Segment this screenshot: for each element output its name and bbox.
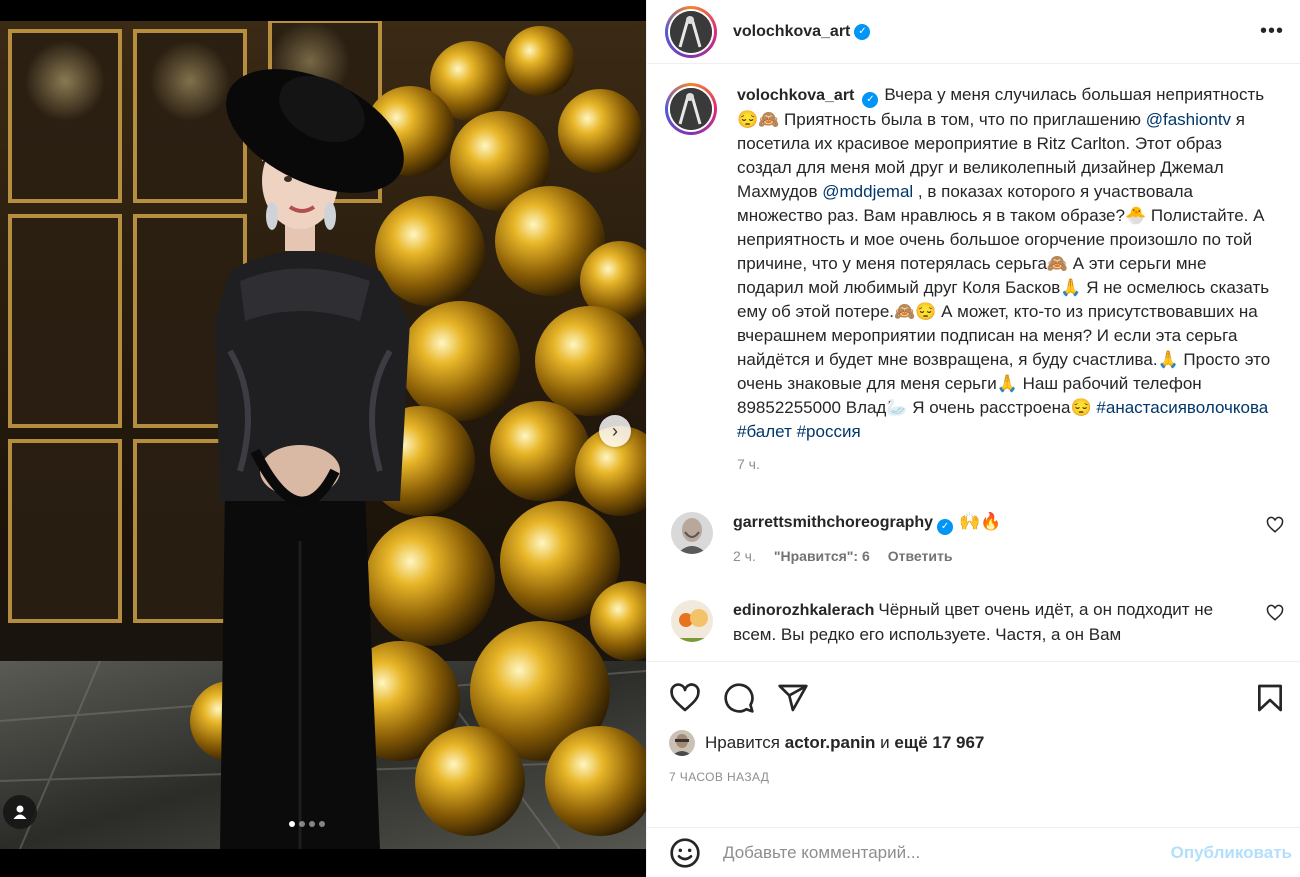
publish-button[interactable]: Опубликовать: [1171, 843, 1292, 863]
heart-icon[interactable]: [669, 682, 701, 714]
commenter-avatar[interactable]: [671, 512, 713, 554]
carousel-next-button[interactable]: ›: [599, 415, 631, 447]
comment-time[interactable]: 2 ч.: [733, 544, 756, 568]
carousel-dot: [289, 821, 295, 827]
comments-section[interactable]: volochkova_art ✓ Вчера у меня случилась бо…: [647, 65, 1300, 660]
carousel-dot: [299, 821, 305, 827]
tagged-users-button[interactable]: [3, 795, 37, 829]
post-media: ›: [0, 0, 646, 877]
action-icons: [669, 662, 1286, 734]
comment-like-heart-icon[interactable]: [1266, 516, 1284, 534]
comment-body: garrettsmithchoreography ✓ 🙌🔥 2 ч. "Нравит…: [733, 510, 1243, 568]
caption-body: volochkova_art ✓ Вчера у меня случилась бо…: [737, 83, 1277, 476]
post-photo[interactable]: [0, 21, 646, 849]
hashtag-link[interactable]: #россия: [797, 422, 861, 441]
avatar-inner: [668, 86, 714, 132]
commenter-username[interactable]: garrettsmithchoreography: [733, 514, 933, 531]
mention-link[interactable]: @fashiontv: [1146, 110, 1231, 129]
comment-text: 🙌🔥: [959, 512, 1002, 531]
post-header: volochkova_art ✓ •••: [647, 0, 1300, 64]
emoji-icon[interactable]: [669, 837, 701, 869]
avatar-image: [670, 10, 712, 53]
avatar-inner: [668, 8, 714, 55]
likes-middle: и: [880, 733, 890, 752]
likes-summary: Нравится actor.panin и ещё 17 967: [669, 730, 1286, 756]
comment-body: edinorozhkalerach Чёрный цвет очень идёт,…: [733, 598, 1243, 647]
post-caption: volochkova_art ✓ Вчера у меня случилась бо…: [665, 83, 1284, 476]
likes-count[interactable]: ещё 17 967: [894, 733, 984, 753]
avatar-image: [670, 88, 712, 130]
bookmark-icon[interactable]: [1254, 682, 1286, 714]
carousel-dot: [309, 821, 315, 827]
chevron-right-icon: ›: [612, 420, 618, 441]
mention-link[interactable]: @mddjemal: [822, 182, 913, 201]
comment-like-heart-icon[interactable]: [1266, 604, 1284, 622]
add-comment-bar: Опубликовать: [647, 827, 1300, 877]
liker-username[interactable]: actor.panin: [785, 733, 876, 753]
commenter-username[interactable]: edinorozhkalerach: [733, 602, 874, 619]
post-actions: Нравится actor.panin и ещё 17 967 7 часо…: [647, 661, 1300, 784]
comment-meta: 2 ч. "Нравится": 6 Ответить: [733, 544, 1243, 568]
caption-username[interactable]: volochkova_art: [737, 87, 854, 104]
comment-icon[interactable]: [723, 682, 755, 714]
reply-button[interactable]: Ответить: [888, 544, 953, 568]
verified-badge-icon: ✓: [862, 92, 879, 108]
caption-time[interactable]: 7 ч.: [737, 452, 1277, 476]
hashtag-link[interactable]: #балет: [737, 422, 792, 441]
post-panel: volochkova_art ✓ ••• volochkova_art ✓ Вч…: [646, 0, 1300, 877]
comment-item: edinorozhkalerach Чёрный цвет очень идёт,…: [665, 598, 1284, 647]
user-icon: [13, 805, 27, 819]
commenter-avatar[interactable]: [671, 600, 713, 642]
verified-badge-icon: ✓: [937, 519, 954, 535]
caption-text-segment: , в показах которого я участвовала множе…: [737, 182, 1271, 417]
carousel-dot: [319, 821, 325, 827]
likes-prefix: Нравится: [705, 733, 781, 752]
paper-plane-icon[interactable]: [777, 682, 809, 714]
verified-badge-icon: ✓: [854, 23, 871, 40]
comment-item: garrettsmithchoreography ✓ 🙌🔥 2 ч. "Нравит…: [665, 510, 1284, 568]
hashtag-link[interactable]: #анастасияволочкова: [1096, 398, 1268, 417]
comment-likes[interactable]: "Нравится": 6: [774, 544, 870, 568]
author-avatar[interactable]: [665, 5, 717, 58]
caption-author-avatar[interactable]: [665, 83, 717, 135]
post-timestamp[interactable]: 7 часов назад: [669, 770, 1286, 784]
liker-avatar[interactable]: [669, 730, 695, 756]
comment-input[interactable]: [723, 842, 1171, 863]
author-username[interactable]: volochkova_art: [733, 23, 850, 41]
photo-illustration: [0, 21, 646, 849]
carousel-dots: [289, 821, 325, 827]
caption-text: Вчера у меня случилась большая неприятно…: [737, 85, 1270, 441]
more-horizontal-icon[interactable]: •••: [1260, 20, 1284, 43]
